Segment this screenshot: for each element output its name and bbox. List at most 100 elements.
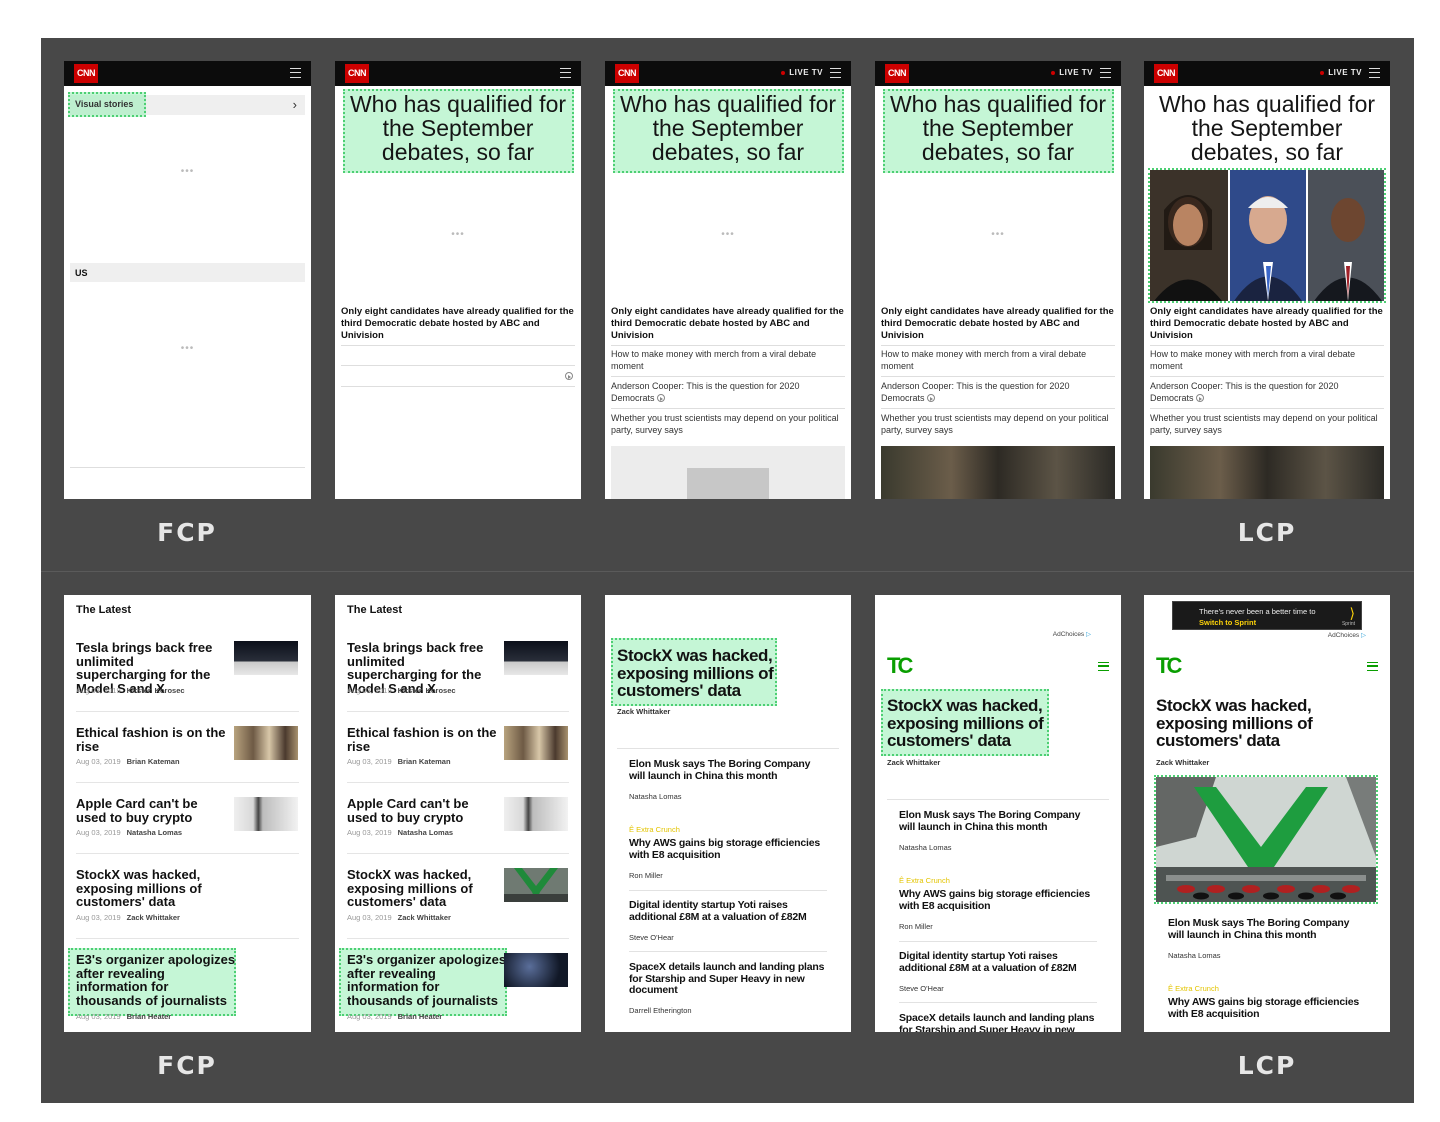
list-item-title[interactable]: Apple Card can't be used to buy crypto [76, 797, 226, 824]
hamburger-menu-icon[interactable] [1100, 68, 1111, 78]
extra-crunch-tag[interactable]: Ê Extra Crunch [1168, 984, 1219, 993]
video-thumbnail[interactable] [1150, 446, 1384, 499]
story-link[interactable]: How to make money with merch from a vira… [881, 349, 1115, 372]
stockx-hero-image[interactable] [1156, 777, 1376, 902]
chevron-right-icon[interactable]: › [293, 97, 297, 112]
related-item[interactable]: SpaceX details launch and landing plans … [629, 961, 829, 997]
related-author[interactable]: Darrell Etherington [629, 1006, 692, 1015]
apple-card-thumbnail[interactable] [234, 797, 298, 831]
related-author[interactable]: Natasha Lomas [899, 843, 952, 852]
article-headline[interactable]: Who has qualified for the September deba… [1152, 92, 1382, 164]
related-author[interactable]: Ron Miller [629, 871, 663, 880]
related-item[interactable]: Elon Musk says The Boring Company will l… [1168, 917, 1368, 941]
related-item[interactable]: Digital identity startup Yoti raises add… [629, 899, 829, 923]
lead-story[interactable]: Only eight candidates have already quali… [341, 306, 575, 342]
hamburger-menu-icon[interactable] [830, 68, 841, 78]
stockx-thumbnail[interactable] [504, 868, 568, 902]
techcrunch-logo[interactable]: TC [1156, 653, 1182, 679]
author[interactable]: Natasha Lomas [127, 828, 182, 837]
hamburger-menu-icon[interactable] [1367, 662, 1378, 671]
e3-thumbnail[interactable] [504, 953, 568, 987]
divider [1150, 376, 1384, 377]
list-item-title[interactable]: E3's organizer apologizes after revealin… [347, 953, 507, 1007]
cnn-logo[interactable]: CNN [74, 64, 98, 83]
hamburger-menu-icon[interactable] [1369, 68, 1380, 78]
related-item[interactable]: Why AWS gains big storage efficiencies w… [1168, 996, 1368, 1020]
author[interactable]: Brian Kateman [127, 757, 180, 766]
techcrunch-logo[interactable]: TC [887, 653, 913, 679]
story-link[interactable]: Whether you trust scientists may depend … [611, 413, 845, 436]
visual-stories-label[interactable]: Visual stories [75, 99, 133, 109]
live-tv-link[interactable]: LIVE TV [1051, 68, 1093, 77]
author[interactable]: Brian Kateman [398, 757, 451, 766]
adchoices-link[interactable]: AdChoices ▷ [1328, 631, 1366, 639]
list-item-title[interactable]: Apple Card can't be used to buy crypto [347, 797, 497, 824]
article-headline[interactable]: StockX was hacked, exposing millions of … [887, 697, 1047, 750]
list-item-title[interactable]: StockX was hacked, exposing millions of … [76, 868, 226, 909]
story-link[interactable]: Whether you trust scientists may depend … [1150, 413, 1384, 436]
author[interactable]: Brian Heater [398, 1012, 443, 1021]
related-item[interactable]: Digital identity startup Yoti raises add… [899, 950, 1099, 974]
author[interactable]: Zack Whittaker [398, 913, 451, 922]
tesla-thumbnail[interactable] [504, 641, 568, 675]
article-author[interactable]: Zack Whittaker [617, 707, 670, 716]
tesla-thumbnail[interactable] [234, 641, 298, 675]
cnn-logo[interactable]: CNN [1154, 64, 1178, 83]
lead-story[interactable]: Only eight candidates have already quali… [881, 306, 1115, 342]
related-author[interactable]: Natasha Lomas [1168, 951, 1221, 960]
cnn-logo[interactable]: CNN [885, 64, 909, 83]
story-link[interactable]: Anderson Cooper: This is the question fo… [881, 381, 1115, 404]
list-item-title[interactable]: E3's organizer apologizes after revealin… [76, 953, 236, 1007]
related-author[interactable]: Ron Miller [899, 922, 933, 931]
candidates-photo[interactable] [1150, 170, 1384, 301]
author[interactable]: Kirsten Korosec [127, 686, 185, 695]
extra-crunch-label: Extra Crunch [906, 876, 950, 885]
cnn-logo[interactable]: CNN [345, 64, 369, 83]
story-link[interactable]: Anderson Cooper: This is the question fo… [611, 381, 845, 404]
live-tv-link[interactable]: LIVE TV [781, 68, 823, 77]
extra-crunch-tag[interactable]: Ê Extra Crunch [629, 825, 680, 834]
list-item-title[interactable]: Ethical fashion is on the rise [76, 726, 226, 753]
related-author[interactable]: Natasha Lomas [629, 792, 682, 801]
related-item[interactable]: SpaceX details launch and landing plans … [899, 1012, 1099, 1032]
author[interactable]: Natasha Lomas [398, 828, 453, 837]
article-headline[interactable]: Who has qualified for the September deba… [343, 92, 573, 164]
sprint-ad-banner[interactable]: There's never been a better time to Swit… [1172, 601, 1362, 630]
author[interactable]: Zack Whittaker [127, 913, 180, 922]
list-item-title[interactable]: Ethical fashion is on the rise [347, 726, 497, 753]
article-headline[interactable]: Who has qualified for the September deba… [613, 92, 843, 164]
fashion-thumbnail[interactable] [234, 726, 298, 760]
related-author[interactable]: Steve O'Hear [899, 984, 944, 993]
author[interactable]: Brian Heater [127, 1012, 172, 1021]
live-tv-link[interactable]: LIVE TV [1320, 68, 1362, 77]
article-author[interactable]: Zack Whittaker [1156, 758, 1209, 767]
list-item-title[interactable]: StockX was hacked, exposing millions of … [347, 868, 497, 909]
video-thumbnail[interactable] [881, 446, 1115, 499]
lead-story[interactable]: Only eight candidates have already quali… [1150, 306, 1384, 342]
article-author[interactable]: Zack Whittaker [887, 758, 940, 767]
related-item[interactable]: Why AWS gains big storage efficiencies w… [899, 888, 1099, 912]
article-headline[interactable]: Who has qualified for the September deba… [883, 92, 1113, 164]
story-link[interactable]: How to make money with merch from a vira… [611, 349, 845, 372]
lcp-label: LCP [1237, 1051, 1297, 1080]
hamburger-menu-icon[interactable] [290, 68, 301, 78]
related-item[interactable]: Why AWS gains big storage efficiencies w… [629, 837, 829, 861]
cnn-logo[interactable]: CNN [615, 64, 639, 83]
related-item[interactable]: Elon Musk says The Boring Company will l… [629, 758, 829, 782]
apple-card-thumbnail[interactable] [504, 797, 568, 831]
related-item[interactable]: Elon Musk says The Boring Company will l… [899, 809, 1099, 833]
lead-story[interactable]: Only eight candidates have already quali… [611, 306, 845, 342]
extra-crunch-tag[interactable]: Ê Extra Crunch [899, 876, 950, 885]
related-author[interactable]: Steve O'Hear [629, 933, 674, 942]
play-icon[interactable] [565, 372, 573, 380]
author[interactable]: Kirsten Korosec [398, 686, 456, 695]
hamburger-menu-icon[interactable] [1098, 662, 1109, 671]
adchoices-link[interactable]: AdChoices ▷ [1053, 630, 1091, 638]
story-link[interactable]: Whether you trust scientists may depend … [881, 413, 1115, 436]
article-headline[interactable]: StockX was hacked, exposing millions of … [1156, 697, 1326, 750]
story-link[interactable]: Anderson Cooper: This is the question fo… [1150, 381, 1384, 404]
article-headline[interactable]: StockX was hacked, exposing millions of … [617, 647, 777, 700]
fashion-thumbnail[interactable] [504, 726, 568, 760]
hamburger-menu-icon[interactable] [560, 68, 571, 78]
story-link[interactable]: How to make money with merch from a vira… [1150, 349, 1384, 372]
